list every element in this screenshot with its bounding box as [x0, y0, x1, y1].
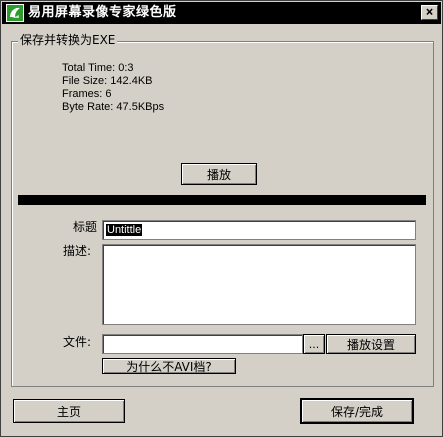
group-legend: 保存并转换为EXE: [18, 33, 118, 47]
title-input[interactable]: Untittle: [102, 220, 416, 240]
app-logo-icon: [6, 4, 24, 22]
file-path-input[interactable]: [102, 334, 303, 354]
close-button[interactable]: ×: [421, 5, 438, 20]
title-bar[interactable]: 易用屏幕录像专家绿色版 ×: [2, 2, 441, 24]
home-button[interactable]: 主页: [13, 399, 125, 423]
app-window: 易用屏幕录像专家绿色版 × 保存并转换为EXE Total Time: 0:3 …: [0, 0, 443, 437]
browse-button[interactable]: ...: [303, 334, 325, 354]
description-textarea[interactable]: [102, 244, 416, 325]
window-title: 易用屏幕录像专家绿色版: [28, 5, 177, 20]
total-time-text: Total Time: 0:3: [62, 62, 134, 74]
recording-info: Total Time: 0:3 File Size: 142.4KB Frame…: [62, 62, 164, 114]
file-label: 文件:: [62, 335, 91, 349]
title-input-value: Untittle: [106, 224, 143, 236]
divider-bar: [18, 195, 426, 205]
file-size-text: File Size: 142.4KB: [62, 75, 153, 87]
why-not-avi-button[interactable]: 为什么不AVI档?: [102, 358, 236, 374]
description-label: 描述:: [62, 244, 91, 258]
byte-rate-text: Byte Rate: 47.5KBps: [62, 101, 165, 113]
save-finish-button[interactable]: 保存/完成: [301, 399, 413, 423]
play-button[interactable]: 播放: [181, 163, 257, 185]
play-settings-button[interactable]: 播放设置: [326, 334, 416, 354]
frames-text: Frames: 6: [62, 88, 112, 100]
title-label: 标题: [72, 220, 97, 234]
